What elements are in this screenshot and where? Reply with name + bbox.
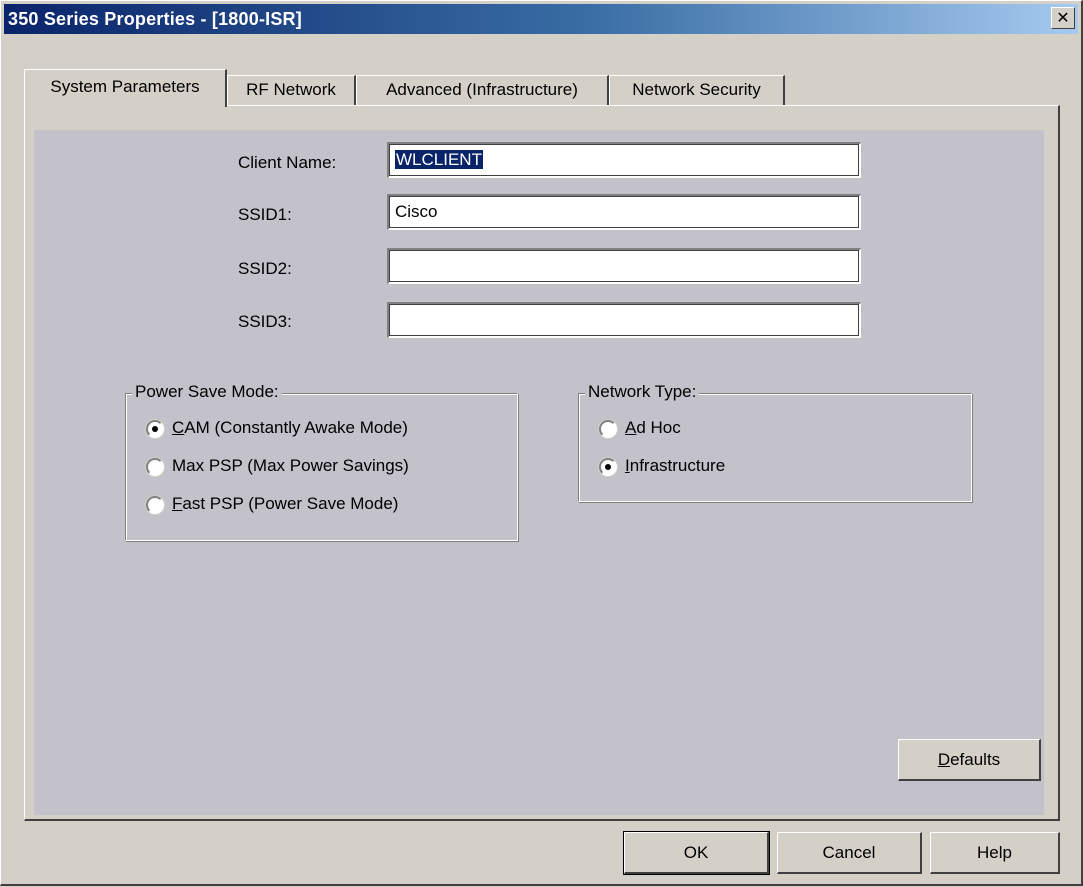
radio-label: AM (Constantly Awake Mode) xyxy=(184,418,408,437)
defaults-label: efaults xyxy=(950,750,1001,769)
client-name-field[interactable]: WLCLIENT xyxy=(387,142,861,178)
help-label: Help xyxy=(977,843,1012,862)
radio-button[interactable] xyxy=(146,420,164,438)
radio-label: ast PSP (Power Save Mode) xyxy=(182,494,399,513)
properties-dialog: 350 Series Properties - [1800-ISR] ✕ Sys… xyxy=(0,0,1083,886)
defaults-button[interactable]: Defaults xyxy=(898,739,1041,781)
radio-selected-dot xyxy=(605,464,611,470)
client-name-value: WLCLIENT xyxy=(395,150,483,169)
client-name-label: Client Name: xyxy=(238,153,337,172)
mnemonic: F xyxy=(172,494,183,513)
radio-label: Max PSP (Max Power Savings) xyxy=(172,456,409,475)
ok-label: OK xyxy=(683,843,709,862)
cancel-label: Cancel xyxy=(822,843,876,862)
radio-selected-dot xyxy=(152,426,158,432)
radio-button[interactable] xyxy=(146,458,164,476)
ssid3-label: SSID3: xyxy=(238,312,292,331)
network-type-legend: Network Type: xyxy=(585,382,700,402)
ssid2-label: SSID2: xyxy=(238,259,292,278)
help-button[interactable]: Help xyxy=(930,832,1060,874)
ssid3-field[interactable] xyxy=(387,302,861,338)
radio-button[interactable] xyxy=(146,496,164,514)
radio-button[interactable] xyxy=(599,458,617,476)
radio-label: d Hoc xyxy=(636,418,681,437)
radio-button[interactable] xyxy=(599,420,617,438)
ssid1-field[interactable]: Cisco xyxy=(387,194,861,230)
mnemonic: A xyxy=(625,418,637,437)
power-save-group: Power Save Mode: CAM (Constantly Awake M… xyxy=(125,382,518,541)
network-type-group: Network Type: Ad Hoc Infrastructure xyxy=(578,382,972,502)
ssid2-field[interactable] xyxy=(387,248,861,284)
ssid1-label: SSID1: xyxy=(238,205,292,224)
cancel-button[interactable]: Cancel xyxy=(777,832,922,874)
ok-button[interactable]: OK xyxy=(623,831,770,875)
mnemonic: D xyxy=(937,750,951,769)
power-save-legend: Power Save Mode: xyxy=(132,382,282,402)
form-layer: Client Name: WLCLIENT SSID1: Cisco SSID2… xyxy=(1,1,1083,887)
radio-label: nfrastructure xyxy=(629,456,726,475)
mnemonic: C xyxy=(172,418,185,437)
ssid1-value: Cisco xyxy=(395,202,438,221)
